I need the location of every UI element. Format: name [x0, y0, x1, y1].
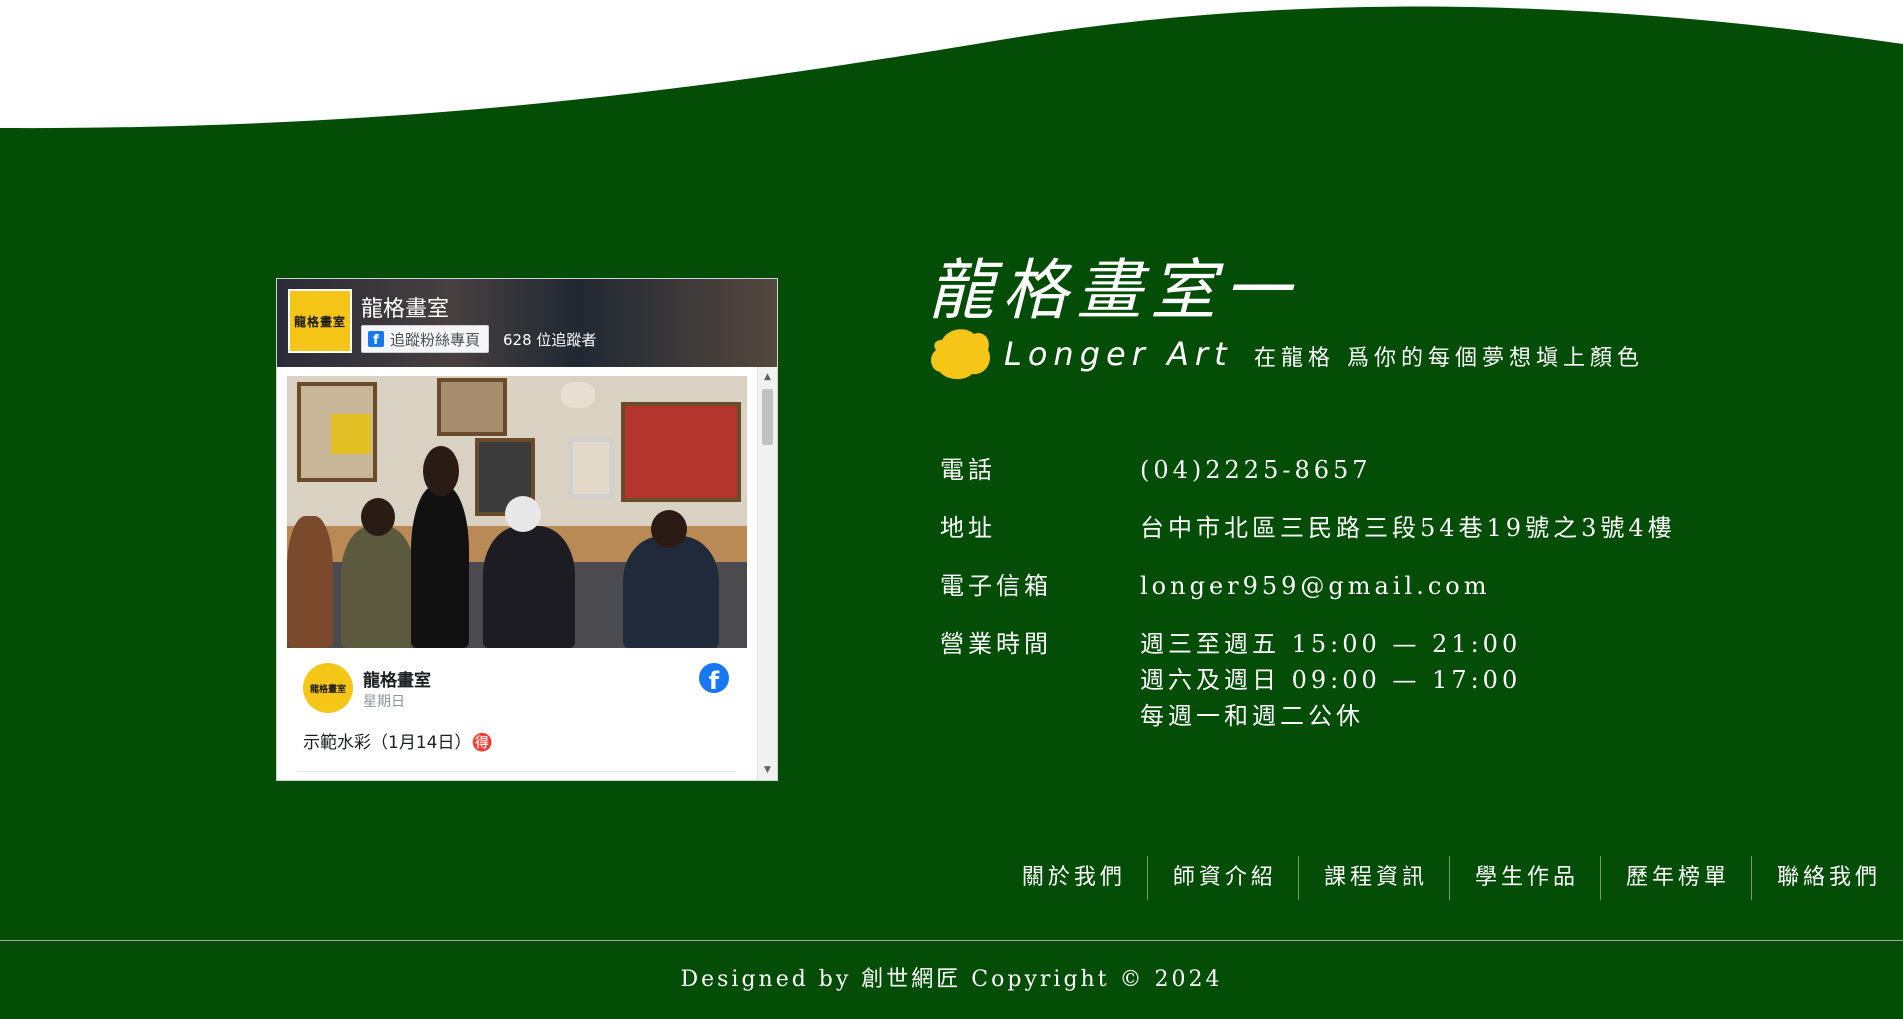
nav-link-about[interactable]: 關於我們	[997, 856, 1147, 900]
feed-scrollbar[interactable]: ▲ ▼	[757, 367, 777, 780]
brand-subtitle-en: Longer Art	[1004, 335, 1233, 373]
nav-link-teachers[interactable]: 師資介紹	[1146, 856, 1298, 900]
nav-link-student-works[interactable]: 學生作品	[1448, 856, 1600, 900]
facebook-f-icon: f	[368, 331, 384, 347]
page-name[interactable]: 龍格畫室	[361, 291, 449, 323]
followers-count: 628 位追蹤者	[503, 331, 597, 349]
hours-label: 營業時間	[940, 630, 1052, 658]
follow-button-label: 追蹤粉絲專頁	[390, 330, 481, 349]
nav-link-courses[interactable]: 課程資訊	[1297, 856, 1449, 900]
scroll-up-arrow-icon[interactable]: ▲	[758, 369, 777, 385]
scrollbar-thumb[interactable]	[762, 389, 773, 445]
facebook-logo-icon[interactable]: f	[699, 663, 729, 693]
hours-line: 每週一和週二公休	[1140, 702, 1364, 730]
phone-label: 電話	[940, 456, 996, 484]
page-logo[interactable]: 龍格畫室	[288, 289, 352, 353]
follow-page-button[interactable]: f 追蹤粉絲專頁	[361, 325, 490, 353]
brand-slogan: 在龍格 爲你的每個夢想塡上顏色	[1254, 346, 1644, 371]
post-text: 示範水彩（1月14日）🉐	[303, 733, 493, 753]
yellow-paint-blob	[931, 329, 991, 380]
hours-lines: 週三至週五 15:00 — 21:00 週六及週日 09:00 — 17:00 …	[1140, 626, 1521, 734]
footer-divider	[0, 940, 1903, 941]
email-label: 電子信箱	[940, 572, 1052, 600]
scroll-down-arrow-icon[interactable]: ▼	[758, 762, 777, 778]
hours-line: 週六及週日 09:00 — 17:00	[1140, 666, 1522, 694]
brand-title: 龍格畫室一	[928, 252, 1298, 329]
post-meta: 龍格畫室 龍格畫室 星期日 f 示範水彩（1月14日）🉐	[287, 648, 747, 780]
post-author-name[interactable]: 龍格畫室	[363, 666, 431, 691]
post-date[interactable]: 星期日	[363, 691, 405, 711]
facebook-feed[interactable]: 龍格畫室 龍格畫室 星期日 f 示範水彩（1月14日）🉐	[277, 367, 757, 780]
phone-value[interactable]: (04)2225-8657	[1140, 452, 1372, 488]
post-divider	[297, 771, 737, 772]
email-value[interactable]: longer959@gmail.com	[1140, 568, 1491, 604]
post-author-avatar[interactable]: 龍格畫室	[303, 663, 353, 713]
hours-line: 週三至週五 15:00 — 21:00	[1140, 630, 1522, 658]
nav-link-results[interactable]: 歷年榜單	[1599, 856, 1751, 900]
facebook-widget-header[interactable]: 龍格畫室 龍格畫室 f 追蹤粉絲專頁 628 位追蹤者	[277, 279, 777, 367]
nav-link-contact[interactable]: 聯絡我們	[1750, 856, 1903, 900]
post-photo[interactable]	[287, 376, 747, 648]
address-value: 台中市北區三民路三段54巷19號之3號4樓	[1140, 514, 1676, 542]
facebook-page-widget[interactable]: 龍格畫室 龍格畫室 f 追蹤粉絲專頁 628 位追蹤者 龍格畫室 龍格畫室 星期…	[276, 278, 778, 781]
footer-nav: 關於我們 師資介紹 課程資訊 學生作品 歷年榜單 聯絡我們	[997, 856, 1903, 900]
address-label: 地址	[940, 514, 996, 542]
copyright: Designed by 創世網匠 Copyright © 2024	[680, 967, 1223, 992]
top-wave-divider	[0, 0, 1903, 129]
